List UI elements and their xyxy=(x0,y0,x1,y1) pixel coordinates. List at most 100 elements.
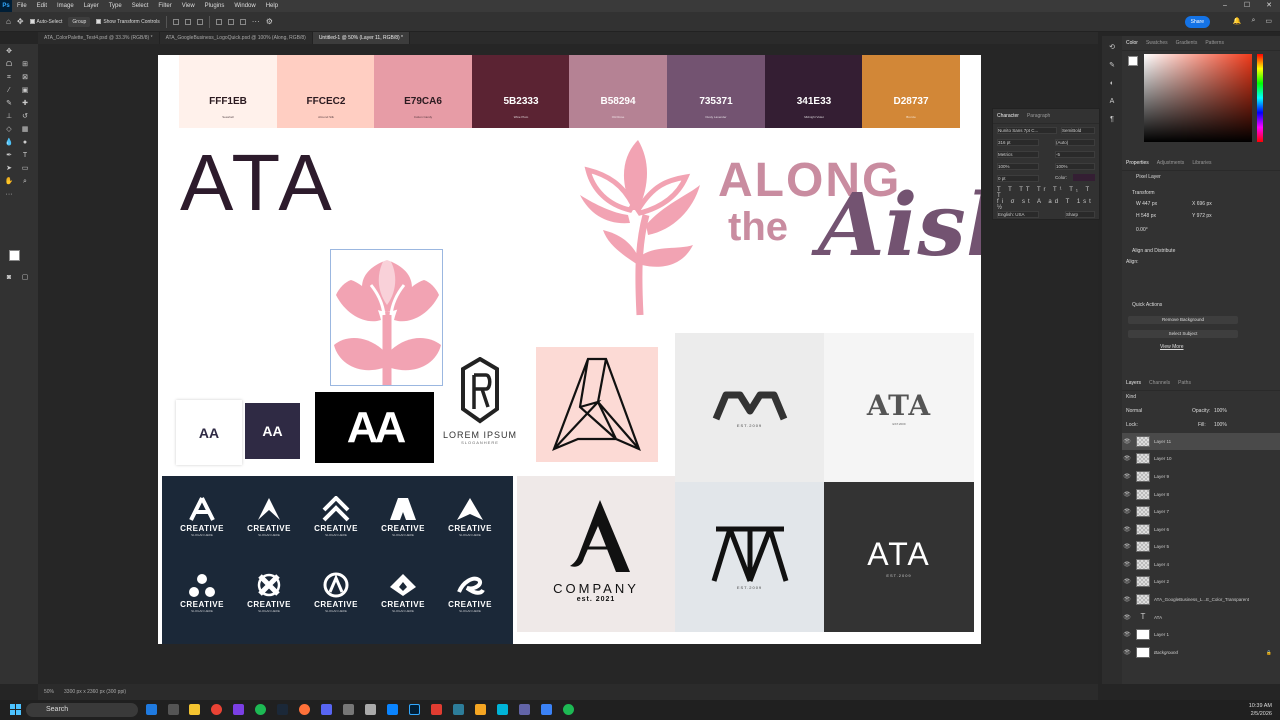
frame-tool-icon[interactable]: ⊠ xyxy=(20,74,30,82)
tab-adjustments[interactable]: Adjustments xyxy=(1157,160,1185,166)
firefox-icon[interactable] xyxy=(299,704,310,715)
ata-logo-block-4[interactable]: ATA EST.2009 xyxy=(824,482,974,632)
fill-field[interactable]: 100% xyxy=(1214,422,1227,428)
color-picker-field[interactable] xyxy=(1144,54,1252,142)
maximize-icon[interactable]: ☐ xyxy=(1236,0,1258,12)
tab-color[interactable]: Color xyxy=(1126,40,1138,46)
horizontal-scale-field[interactable]: 100% xyxy=(1055,163,1095,170)
palette-swatch[interactable]: B58294 Old Rose xyxy=(569,55,667,128)
layer-row[interactable]: 👁 Layer 7 xyxy=(1122,503,1280,520)
menu-edit[interactable]: Edit xyxy=(32,3,52,9)
tab-layers[interactable]: Layers xyxy=(1126,380,1141,386)
layer-kind-filter[interactable]: Kind xyxy=(1126,394,1136,400)
leading-field[interactable]: (Auto) xyxy=(1055,139,1095,146)
menu-type[interactable]: Type xyxy=(104,3,127,9)
paragraph-icon[interactable]: ¶ xyxy=(1107,116,1117,124)
move-tool-icon[interactable]: ✥ xyxy=(4,48,14,56)
auto-select-target-dropdown[interactable]: Group xyxy=(68,16,91,27)
task-view-icon[interactable] xyxy=(168,704,179,715)
screen-mode-icon[interactable]: ▢ xyxy=(20,274,30,282)
ata-logo-block-1[interactable]: EST.2009 xyxy=(675,333,824,482)
app-icon[interactable] xyxy=(365,704,376,715)
close-icon[interactable]: ✕ xyxy=(1258,0,1280,12)
font-size-field[interactable]: 316 pt xyxy=(997,139,1039,146)
layer-row[interactable]: 👁 Layer 6 xyxy=(1122,521,1280,538)
chrome-icon[interactable] xyxy=(211,704,222,715)
tab-color-palette[interactable]: ATA_ColorPalette_Test4.psd @ 33.3% (RGB/… xyxy=(38,32,160,44)
geometric-a-logo-card[interactable] xyxy=(536,347,658,462)
hue-slider[interactable] xyxy=(1257,54,1263,142)
height-value[interactable]: 548 px xyxy=(1141,213,1156,219)
dodge-tool-icon[interactable]: ● xyxy=(20,139,30,147)
palette-swatch[interactable]: D28737 Bronze xyxy=(862,55,960,128)
layer-row[interactable]: 👁 Layer 11 xyxy=(1122,433,1280,450)
clone-stamp-icon[interactable]: ⊥ xyxy=(4,113,14,121)
lorem-ipsum-logo[interactable]: LOREM IPSUM SLOGANHERE xyxy=(441,356,519,447)
tab-paths[interactable]: Paths xyxy=(1178,380,1191,386)
menu-plugins[interactable]: Plugins xyxy=(200,3,230,9)
along-the-aisle-logo[interactable]: ALONG the Aisle xyxy=(568,135,981,320)
lotus-flower-layer[interactable] xyxy=(330,249,443,386)
quick-mask-icon[interactable]: ◙ xyxy=(4,274,14,282)
align-middle-icon[interactable] xyxy=(227,18,234,25)
app-icon[interactable] xyxy=(387,704,398,715)
palette-swatch[interactable]: FFCEC2 Almond Silk xyxy=(277,55,375,128)
aa-logo-dark-card[interactable]: AA xyxy=(245,403,300,459)
kerning-field[interactable]: Metrics xyxy=(997,151,1039,158)
language-select[interactable]: English: USA xyxy=(997,211,1039,218)
palette-swatch[interactable]: E79CA6 Cotton Candy xyxy=(374,55,472,128)
app-icon[interactable] xyxy=(475,704,486,715)
palette-swatch[interactable]: 735371 Dusty Lavender xyxy=(667,55,765,128)
shape-tool-icon[interactable]: ▭ xyxy=(20,165,30,173)
path-select-icon[interactable]: ➤ xyxy=(4,165,14,173)
healing-tool-icon[interactable]: ✚ xyxy=(20,100,30,108)
steam-icon[interactable] xyxy=(277,704,288,715)
app-icon[interactable] xyxy=(541,704,552,715)
settings-gear-icon[interactable]: ⚙ xyxy=(266,17,273,26)
align-center-icon[interactable] xyxy=(184,18,191,25)
blur-tool-icon[interactable]: 💧 xyxy=(4,139,14,147)
ata-logo-block-3[interactable]: EST.2009 xyxy=(675,482,824,632)
app-icon[interactable] xyxy=(453,704,464,715)
search-icon[interactable]: ⌕ xyxy=(1251,17,1255,25)
layer-row[interactable]: 👁 ATA_GoogleBusiness_L...E_Color_Transpar… xyxy=(1122,591,1280,608)
taskbar-search[interactable]: Search xyxy=(26,703,138,717)
zoom-tool-icon[interactable]: ⌕ xyxy=(20,178,30,186)
tab-libraries[interactable]: Libraries xyxy=(1192,160,1211,166)
align-bottom-icon[interactable] xyxy=(239,18,246,25)
more-options-icon[interactable]: ··· xyxy=(252,17,260,26)
teams-icon[interactable] xyxy=(519,704,530,715)
home-icon[interactable]: ⌂ xyxy=(6,17,11,26)
brush-tool-icon[interactable]: ✎ xyxy=(4,100,14,108)
object-select-icon[interactable]: ▣ xyxy=(20,87,30,95)
spotify-icon[interactable] xyxy=(255,704,266,715)
baseline-field[interactable]: 0 pt xyxy=(997,175,1039,182)
history-icon[interactable]: ⟲ xyxy=(1107,44,1117,52)
x-value[interactable]: 696 px xyxy=(1197,201,1212,207)
tab-untitled-1[interactable]: Untitled-1 @ 50% (Layer 11, RGB/8) * xyxy=(312,32,410,44)
menu-layer[interactable]: Layer xyxy=(79,3,104,9)
file-explorer-icon[interactable] xyxy=(189,704,200,715)
menu-window[interactable]: Window xyxy=(229,3,260,9)
company-logo-block[interactable]: COMPANY est. 2021 xyxy=(517,476,675,632)
brush-settings-icon[interactable]: ✎ xyxy=(1107,62,1117,70)
photoshop-app-icon[interactable]: Ps xyxy=(0,0,12,12)
menu-file[interactable]: File xyxy=(12,3,32,9)
hand-tool-icon[interactable]: ✋ xyxy=(4,178,14,186)
app-icon[interactable] xyxy=(497,704,508,715)
discord-icon[interactable] xyxy=(321,704,332,715)
app-icon[interactable] xyxy=(343,704,354,715)
crop-tool-icon[interactable]: ⌗ xyxy=(4,74,14,82)
tab-channels[interactable]: Channels xyxy=(1149,380,1170,386)
foreground-color-swatch[interactable] xyxy=(9,250,20,261)
eraser-tool-icon[interactable]: ◇ xyxy=(4,126,14,134)
menu-view[interactable]: View xyxy=(177,3,200,9)
layer-row[interactable]: 👁 T ATA xyxy=(1122,609,1280,626)
align-left-icon[interactable] xyxy=(172,18,179,25)
font-family-select[interactable]: Nunito Sans 7pt C... xyxy=(997,127,1057,134)
aa-logo-light-card[interactable]: AA xyxy=(176,400,242,465)
tab-character[interactable]: Character xyxy=(997,113,1019,119)
menu-filter[interactable]: Filter xyxy=(153,3,176,9)
angle-value[interactable]: 0.00° xyxy=(1136,227,1148,233)
layer-row[interactable]: 👁 Layer 10 xyxy=(1122,450,1280,467)
